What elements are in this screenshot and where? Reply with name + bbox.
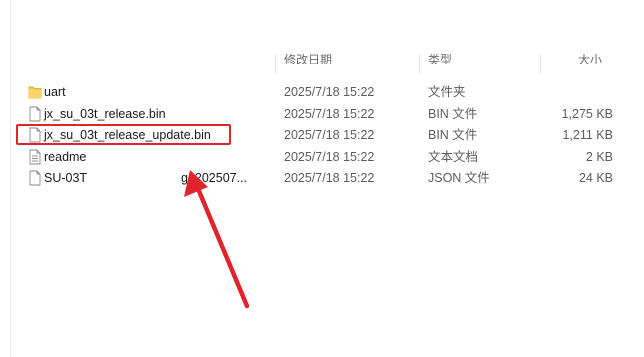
column-header-size[interactable]: 大小 [578,54,602,64]
file-type: BIN 文件 [428,128,478,142]
file-type: JSON 文件 [428,171,490,185]
file-row-readme[interactable]: readme 2025/7/18 15:22 文本文档 2 KB [22,146,622,168]
file-type: BIN 文件 [428,107,478,121]
file-icon [28,170,42,186]
file-row-uart[interactable]: uart 2025/7/18 15:22 文件夹 [22,81,622,103]
file-name: jx_su_03t_release.bin [44,107,166,121]
file-date: 2025/7/18 15:22 [284,85,375,99]
file-explorer-window: 修改日期 类型 大小 uart 2025/7/18 15:22 文件夹 jx_s… [0,0,644,357]
file-name: readme [44,150,87,164]
file-name: SU-03T [44,171,88,185]
column-header-date[interactable]: 修改日期 [284,54,332,64]
text-file-icon [28,149,42,165]
column-header-type[interactable]: 类型 [428,54,452,64]
file-size: 24 KB [578,171,613,185]
file-name-continuation: g_202507... [181,171,248,185]
highlight-box [16,124,231,145]
column-header-row: 修改日期 类型 大小 [22,54,644,74]
file-type: 文件夹 [428,85,466,99]
file-row-su-03t-json[interactable]: SU-03T g_202507... 2025/7/18 15:22 JSON … [22,167,622,189]
file-icon [28,106,42,122]
navigation-pane-edge [0,0,11,357]
file-size: 1,275 KB [561,107,613,121]
file-date: 2025/7/18 15:22 [284,150,375,164]
column-separator[interactable] [419,54,420,74]
folder-icon [28,84,42,100]
file-size: 2 KB [585,150,613,164]
column-separator[interactable] [540,54,541,74]
file-row-release-bin[interactable]: jx_su_03t_release.bin 2025/7/18 15:22 BI… [22,103,622,125]
file-name: uart [44,85,66,99]
file-date: 2025/7/18 15:22 [284,107,375,121]
file-date: 2025/7/18 15:22 [284,171,375,185]
file-type: 文本文档 [428,150,479,164]
file-size: 1,211 KB [562,128,613,142]
column-separator[interactable] [275,54,276,74]
file-date: 2025/7/18 15:22 [284,128,375,142]
